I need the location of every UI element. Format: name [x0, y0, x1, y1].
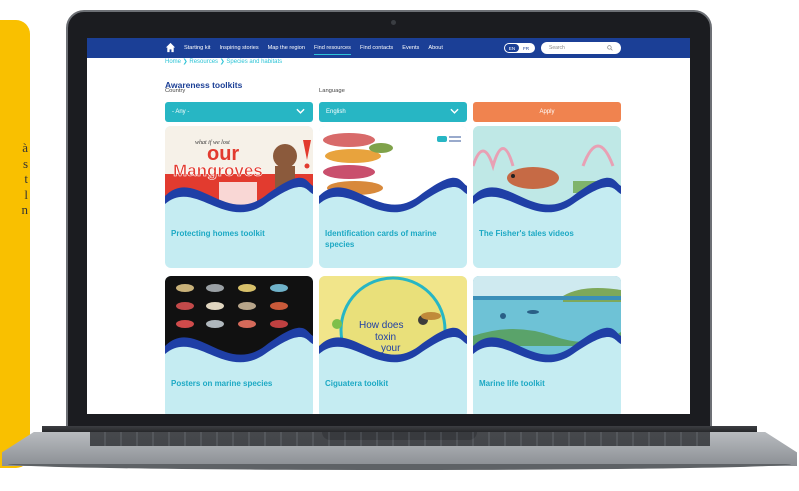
nav-item-find-resources[interactable]: Find resources — [313, 45, 351, 55]
nav-item-map-the-region[interactable]: Map the region — [268, 45, 305, 51]
card-thumbnail — [473, 276, 621, 366]
card-thumbnail: How does toxin your — [319, 276, 467, 366]
chevron-down-icon — [450, 108, 459, 114]
decorative-wave — [319, 327, 467, 366]
side-text-line: n — [21, 202, 29, 217]
language-select[interactable]: English — [319, 102, 467, 122]
side-text-line: à — [22, 140, 28, 155]
language-label: Language — [319, 88, 345, 94]
card-thumbnail — [473, 126, 621, 216]
card-thumbnail — [165, 276, 313, 366]
apply-button[interactable]: Apply — [473, 102, 621, 122]
search-placeholder: Search — [549, 45, 565, 51]
search-input[interactable]: Search — [541, 42, 621, 54]
camera-icon — [391, 20, 396, 25]
card-title[interactable]: Posters on marine species — [171, 378, 309, 389]
nav-item-events[interactable]: Events — [402, 45, 419, 51]
language-toggle[interactable]: EN FR — [504, 43, 535, 53]
card-protecting-homes[interactable]: what if we lost our Mangroves Protecting… — [165, 126, 313, 268]
chevron-down-icon — [296, 108, 305, 114]
card-ciguatera[interactable]: How does toxin your Ciguatera toolkit — [319, 276, 467, 414]
decorative-wave — [473, 327, 621, 366]
base-foot — [8, 464, 791, 470]
decorative-wave — [473, 177, 621, 216]
card-posters-marine-species[interactable]: Posters on marine species — [165, 276, 313, 414]
nav-item-about[interactable]: About — [428, 45, 443, 51]
card-thumbnail — [319, 126, 467, 216]
decorative-wave — [165, 327, 313, 366]
country-label: Country — [165, 88, 186, 94]
card-identification-cards[interactable]: Identification cards of marine species — [319, 126, 467, 268]
lang-fr-option[interactable]: FR — [519, 44, 533, 52]
language-select-value: English — [326, 109, 346, 115]
side-text-line: l — [24, 186, 28, 202]
decorative-wave — [165, 177, 313, 216]
card-title[interactable]: Protecting homes toolkit — [171, 228, 309, 239]
breadcrumb[interactable]: Home ❯ Resources ❯ Species and habitats — [165, 58, 282, 65]
card-marine-life[interactable]: Marine life toolkit — [473, 276, 621, 414]
card-title[interactable]: The Fisher's tales videos — [479, 228, 617, 239]
side-text-line: t — [24, 171, 28, 186]
nav-item-starting-kit[interactable]: Starting kit — [184, 45, 210, 51]
nav-item-inspiring-stories[interactable]: Inspiring stories — [219, 45, 258, 51]
decorative-wave — [319, 177, 467, 216]
card-title[interactable]: Identification cards of marine species — [325, 228, 463, 250]
card-thumbnail: what if we lost our Mangroves — [165, 126, 313, 216]
side-info-panel — [0, 20, 30, 468]
lang-en-option[interactable]: EN — [505, 44, 519, 52]
country-select-value: - Any - — [172, 109, 190, 115]
stage: à s t l n Starting kit Inspiring stories… — [0, 0, 799, 491]
country-select[interactable]: - Any - — [165, 102, 313, 122]
laptop-screen: Starting kit Inspiring stories Map the r… — [87, 38, 690, 414]
search-icon[interactable] — [607, 45, 613, 51]
card-title[interactable]: Marine life toolkit — [479, 378, 617, 389]
keyboard-strip — [90, 432, 710, 446]
card-fishers-tales[interactable]: The Fisher's tales videos — [473, 126, 621, 268]
side-text-line: s — [22, 155, 28, 171]
side-panel-text: à s t l n — [0, 140, 30, 218]
nav-menu: Starting kit Inspiring stories Map the r… — [184, 38, 452, 58]
card-title[interactable]: Ciguatera toolkit — [325, 378, 463, 389]
nav-item-find-contacts[interactable]: Find contacts — [360, 45, 393, 51]
home-icon[interactable] — [165, 42, 176, 53]
top-navbar: Starting kit Inspiring stories Map the r… — [87, 38, 690, 58]
laptop-base — [2, 420, 797, 472]
